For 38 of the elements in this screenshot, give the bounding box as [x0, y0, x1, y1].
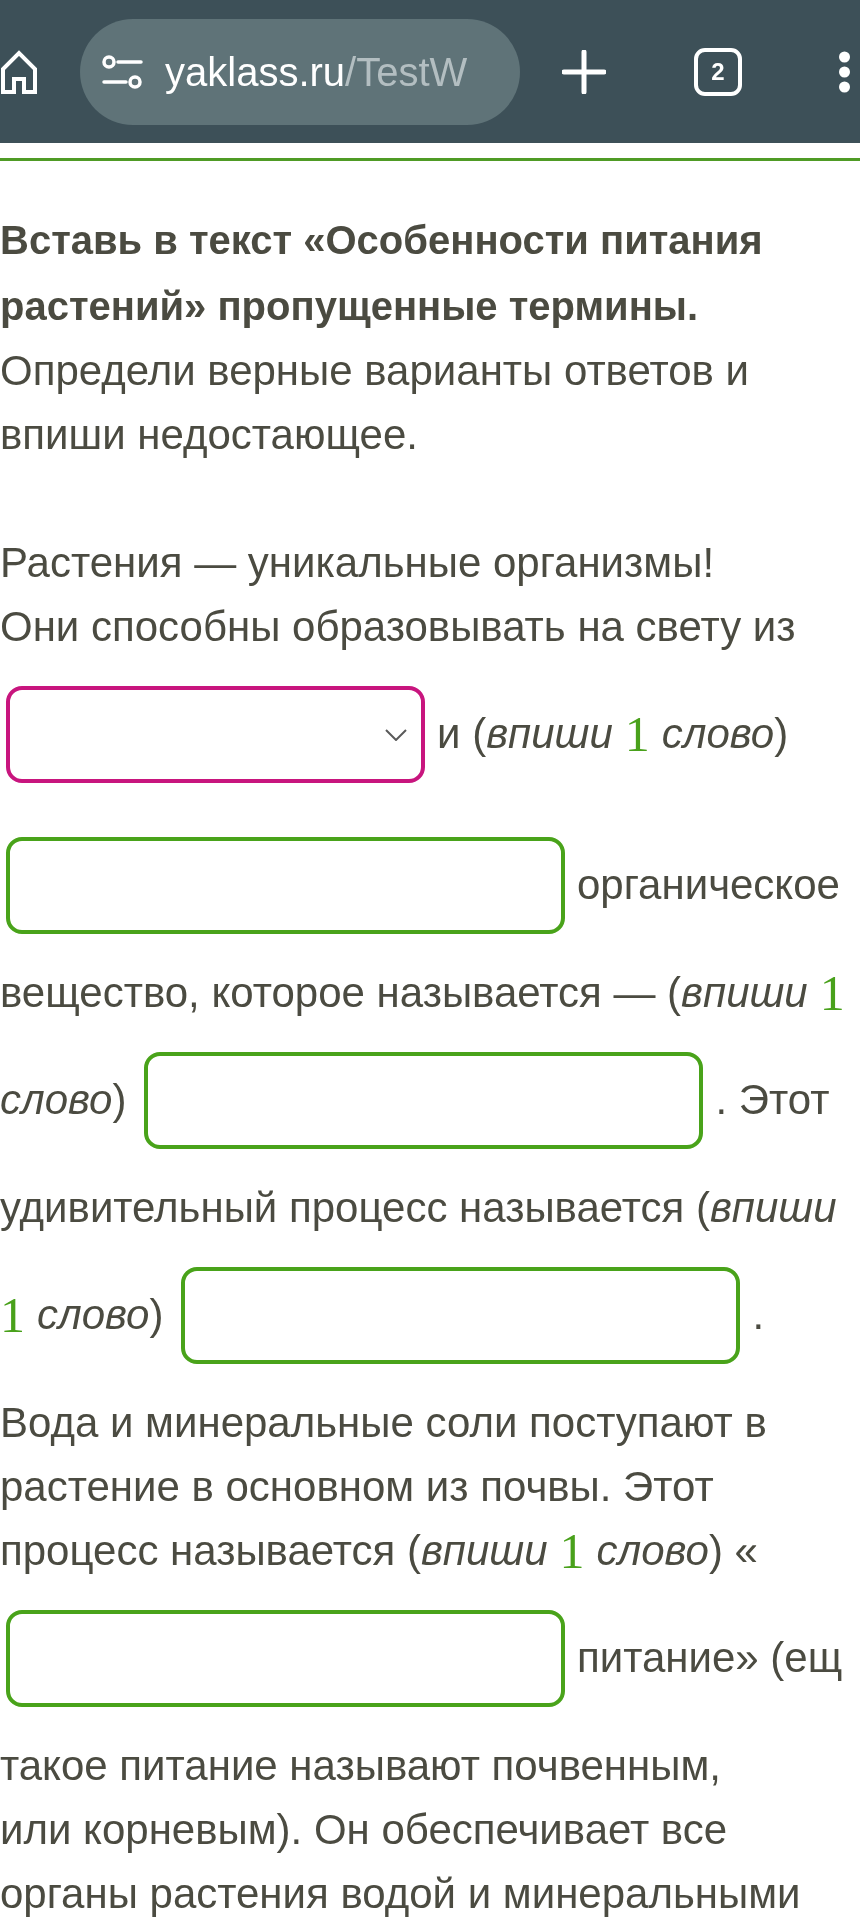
tune-icon[interactable]: [102, 54, 143, 89]
task-text: питание» (ещ: [577, 1633, 843, 1684]
task-instruction: Определи верные варианты ответов и впиши недостающее.: [0, 346, 750, 460]
task-text: слово) «: [596, 1525, 758, 1576]
task-text: .: [752, 1290, 765, 1341]
task-text: процесс называется (впиши: [0, 1525, 548, 1576]
task-text: Они способны образовывать на свету из: [0, 601, 796, 652]
chevron-down-icon: [385, 728, 407, 741]
task-text: слово): [0, 1075, 127, 1126]
word-count: 1: [559, 1523, 585, 1579]
task-text: Растения — уникальные организмы!: [0, 537, 715, 588]
task-text: такое питание называют почвенным,: [0, 1740, 721, 1791]
task-text: . Этот: [715, 1075, 830, 1126]
answer-field[interactable]: [6, 1610, 565, 1707]
task-text: и (впиши: [437, 709, 613, 760]
task-heading: Вставь в текст «Особенности питания растений» пропущенные термины.: [0, 217, 764, 330]
url-text: yaklass.ru/TestW: [165, 48, 468, 96]
answer-field[interactable]: [6, 837, 565, 934]
word-count: 1: [624, 707, 650, 762]
task-text: органы растения водой и минеральными: [0, 1868, 801, 1919]
word-count: 1: [0, 1288, 25, 1343]
task-text: вещество, которое называется — (впиши: [0, 967, 808, 1018]
task-text: удивительный процесс называется (впиши: [0, 1182, 837, 1233]
tab-switcher-button[interactable]: 2: [694, 47, 742, 96]
address-bar[interactable]: yaklass.ru/TestW: [80, 18, 520, 125]
task-text: растение в основном из почвы. Этот: [0, 1461, 714, 1512]
plus-icon[interactable]: [562, 49, 606, 94]
task-text: органическое: [577, 860, 840, 911]
more-options-icon[interactable]: [838, 50, 851, 93]
home-icon[interactable]: [0, 48, 38, 95]
answer-field[interactable]: [144, 1052, 704, 1149]
answer-dropdown[interactable]: [6, 686, 425, 783]
task-text: слово): [37, 1290, 164, 1341]
task-text: слово): [661, 709, 789, 760]
task-text: или корневым). Он обеспечивает все: [0, 1804, 728, 1855]
word-count: 1: [819, 965, 845, 1021]
answer-field[interactable]: [181, 1267, 741, 1364]
task-text: Вода и минеральные соли поступают в: [0, 1397, 767, 1448]
